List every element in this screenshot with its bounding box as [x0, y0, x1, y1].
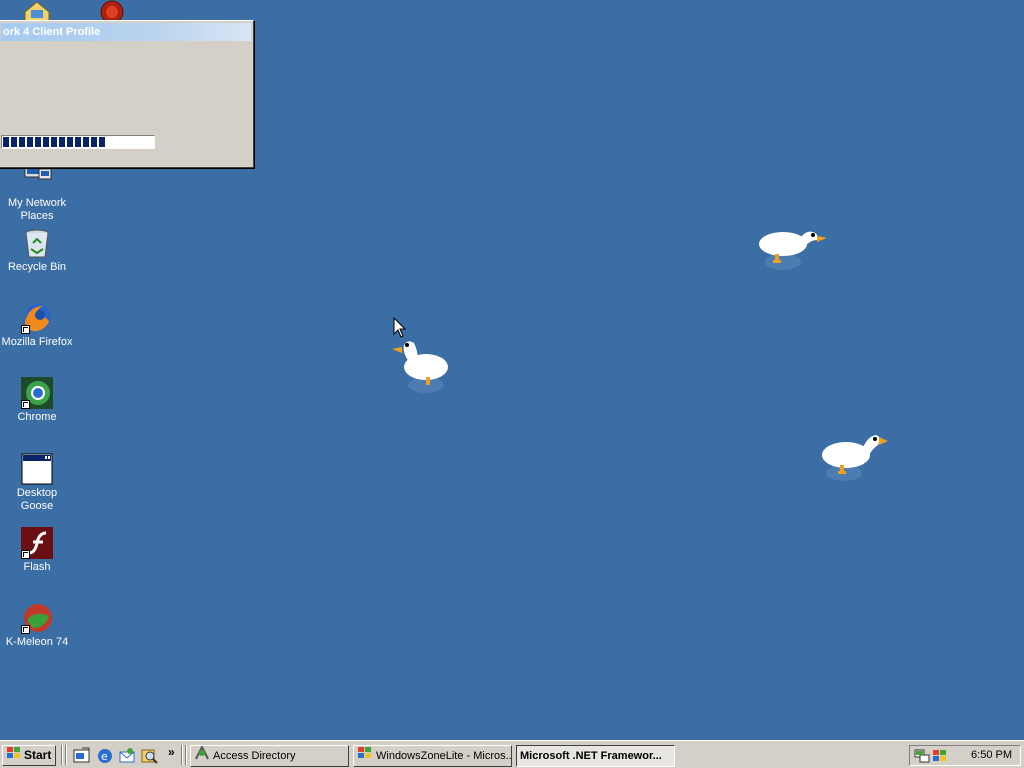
- start-button[interactable]: Start: [2, 745, 56, 766]
- task-label: Access Directory: [213, 750, 296, 762]
- progress-block: [19, 137, 25, 147]
- task-access-directory[interactable]: Access Directory: [190, 745, 349, 767]
- progress-block: [51, 137, 57, 147]
- task-dotnet-framework[interactable]: Microsoft .NET Framewor...: [516, 745, 675, 767]
- desktop-icon-desktop-goose[interactable]: Desktop Goose: [0, 453, 74, 513]
- desktop-icon-label: My Network Places: [7, 197, 67, 222]
- desktop-icon-flash[interactable]: Flash: [0, 527, 74, 574]
- windows-logo-icon: [6, 746, 22, 766]
- flash-icon: [21, 527, 53, 559]
- desktop-icon-label: Mozilla Firefox: [1, 336, 73, 348]
- progress-block: [27, 137, 33, 147]
- progress-block: [75, 137, 81, 147]
- taskbar: Start e » Access Directory WindowsZoneLi…: [0, 740, 1024, 768]
- progress-block: [59, 137, 65, 147]
- shortcut-arrow-icon: [21, 625, 30, 634]
- install-progress-bar: [1, 135, 155, 149]
- mouse-cursor-icon: [393, 316, 407, 342]
- firefox-icon: [21, 302, 53, 334]
- taskbar-separator: [61, 745, 63, 765]
- windows-update-tray-icon[interactable]: [932, 748, 950, 767]
- system-tray: 6:50 PM: [909, 745, 1021, 766]
- desktop-icon-k-meleon[interactable]: K-Meleon 74: [0, 602, 74, 649]
- progress-block: [11, 137, 17, 147]
- progress-block: [35, 137, 41, 147]
- desktop-icon-firefox[interactable]: Mozilla Firefox: [0, 302, 74, 349]
- goose-sprite[interactable]: [755, 222, 835, 277]
- progress-block: [91, 137, 97, 147]
- desktop-icon-label: Flash: [23, 561, 51, 573]
- windows-logo-icon: [357, 746, 373, 766]
- task-label: Microsoft .NET Framewor...: [520, 750, 662, 762]
- progress-block: [43, 137, 49, 147]
- progress-block: [99, 137, 105, 147]
- desktop-icon-label: Desktop Goose: [16, 487, 58, 512]
- chrome-icon: [21, 377, 53, 409]
- search-icon[interactable]: [141, 747, 159, 765]
- network-connection-icon: [194, 746, 210, 766]
- installer-dialog[interactable]: ork 4 Client Profile: [0, 20, 254, 168]
- show-desktop-icon[interactable]: [73, 747, 91, 765]
- goose-sprite[interactable]: [388, 337, 452, 402]
- k-meleon-icon: [21, 602, 53, 634]
- desktop: My Network Places Recycle Bin Mozilla Fi…: [0, 0, 1024, 740]
- taskbar-separator: [181, 745, 183, 765]
- desktop-icon-network-places[interactable]: My Network Places: [0, 162, 74, 223]
- network-tray-icon[interactable]: [914, 748, 930, 767]
- outlook-express-icon[interactable]: [118, 747, 136, 765]
- goose-sprite[interactable]: [816, 427, 896, 488]
- task-label: WindowsZoneLite - Micros...: [376, 750, 512, 762]
- svg-text:e: e: [101, 750, 108, 763]
- taskbar-separator: [185, 745, 187, 765]
- progress-block: [83, 137, 89, 147]
- clock[interactable]: 6:50 PM: [971, 749, 1012, 761]
- internet-explorer-icon[interactable]: [96, 0, 128, 24]
- internet-explorer-icon[interactable]: e: [96, 747, 114, 765]
- recycle-bin-icon: [21, 227, 53, 259]
- progress-block: [67, 137, 73, 147]
- desktop-icon-label: Recycle Bin: [7, 261, 67, 273]
- shortcut-arrow-icon: [21, 400, 30, 409]
- start-label: Start: [24, 748, 52, 762]
- window-app-icon: [21, 453, 53, 485]
- taskbar-separator: [65, 745, 67, 765]
- desktop-icon-label: Chrome: [17, 411, 57, 423]
- shortcut-arrow-icon: [21, 325, 30, 334]
- quick-launch-overflow-chevron[interactable]: »: [168, 745, 175, 759]
- task-windowszonelite[interactable]: WindowsZoneLite - Micros...: [353, 745, 512, 767]
- desktop-icon-recycle-bin[interactable]: Recycle Bin: [0, 227, 74, 274]
- dialog-title[interactable]: ork 4 Client Profile: [1, 23, 251, 41]
- desktop-icon-chrome[interactable]: Chrome: [0, 377, 74, 424]
- desktop-icon-label: K-Meleon 74: [5, 636, 69, 648]
- shortcut-arrow-icon: [21, 550, 30, 559]
- my-documents-icon[interactable]: [21, 0, 53, 23]
- progress-block: [3, 137, 9, 147]
